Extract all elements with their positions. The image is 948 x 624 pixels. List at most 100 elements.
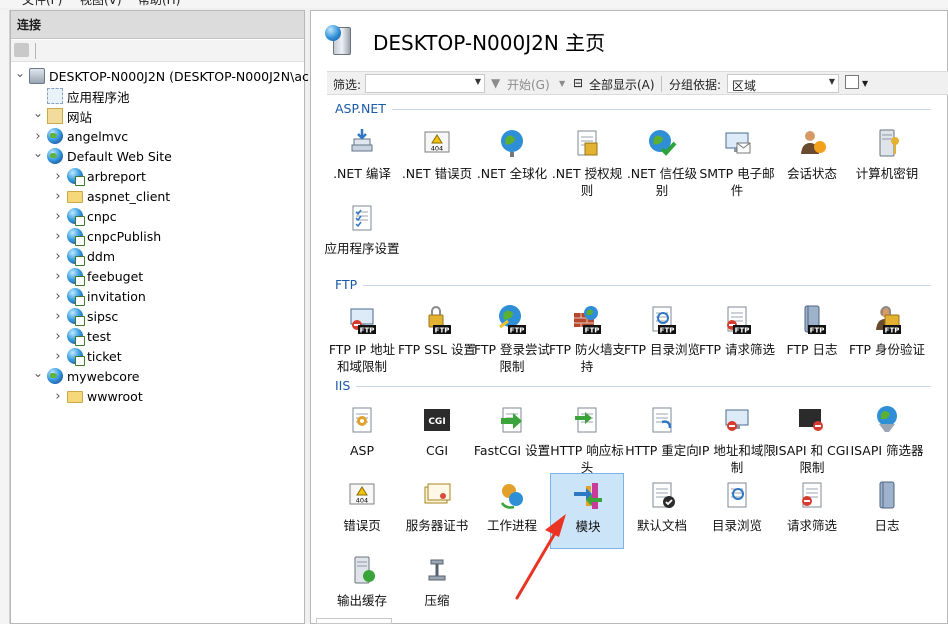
- tree-node[interactable]: › angelmvc: [31, 126, 128, 146]
- feature-modules[interactable]: 模块: [550, 473, 624, 549]
- feature-ftp-ip-restrictions[interactable]: FTP FTP IP 地址和域限制: [325, 297, 399, 374]
- feature-ftp-logging[interactable]: FTP FTP 日志: [775, 297, 849, 373]
- tree-node[interactable]: › invitation: [51, 286, 146, 306]
- feature-net-authorization-rules[interactable]: .NET 授权规则: [550, 121, 624, 198]
- web-application-icon: [67, 328, 85, 346]
- feature-label: FTP SSL 设置: [398, 342, 476, 357]
- collapse-arrow-icon[interactable]: ⌄: [31, 366, 45, 380]
- feature-cgi[interactable]: CGI CGI: [400, 398, 474, 474]
- feature-logging[interactable]: 日志: [850, 473, 924, 549]
- http-response-headers-icon: [571, 404, 603, 436]
- collapse-arrow-icon[interactable]: ⌄: [31, 106, 45, 120]
- expand-arrow-icon[interactable]: ›: [51, 309, 65, 324]
- feature-application-settings[interactable]: 应用程序设置: [324, 196, 400, 272]
- go-button[interactable]: 开始(G): [507, 76, 550, 93]
- tree-node[interactable]: ⌄ 网站: [31, 106, 92, 126]
- feature-asp[interactable]: ASP: [325, 398, 399, 474]
- view-mode-dropdown-icon[interactable]: ▼: [862, 79, 868, 88]
- feature-error-pages[interactable]: 404 错误页: [325, 473, 399, 549]
- tree-node[interactable]: › arbreport: [51, 166, 146, 186]
- feature-net-error-pages[interactable]: 404 .NET 错误页: [400, 121, 474, 197]
- show-all-button[interactable]: 全部显示(A): [589, 76, 655, 93]
- tree-node[interactable]: ⌄ DESKTOP-N000J2N (DESKTOP-N000J2N\ac: [13, 66, 309, 86]
- tree-node-label: DESKTOP-N000J2N (DESKTOP-N000J2N\ac: [49, 68, 309, 84]
- expand-arrow-icon[interactable]: ›: [51, 249, 65, 264]
- feature-net-trust-levels[interactable]: .NET 信任级别: [625, 121, 699, 198]
- feature-ip-domain-restrictions[interactable]: IP 地址和域限制: [698, 398, 776, 475]
- menu-file[interactable]: 文件(F): [22, 0, 62, 8]
- feature-authentication[interactable]: 身: [925, 473, 948, 549]
- expand-arrow-icon[interactable]: ›: [51, 289, 65, 304]
- view-mode-icon[interactable]: [845, 75, 859, 89]
- expand-arrow-icon[interactable]: ›: [51, 229, 65, 244]
- collapse-arrow-icon[interactable]: ⌄: [13, 66, 27, 80]
- expand-arrow-icon[interactable]: ›: [51, 269, 65, 284]
- feature-mime-types[interactable]: MI: [925, 398, 948, 474]
- request-filtering-icon: [796, 479, 828, 511]
- feature-fastcgi-settings[interactable]: FastCGI 设置: [474, 398, 550, 474]
- group-by-select[interactable]: 区域 ▼: [727, 74, 839, 93]
- group-header[interactable]: FTP: [335, 277, 357, 292]
- feature-net-globalization[interactable]: .NET 全球化: [475, 121, 549, 197]
- expand-arrow-icon[interactable]: ›: [51, 389, 65, 404]
- tree-node[interactable]: › wwwroot: [51, 386, 142, 406]
- feature-ftp-ssl-settings[interactable]: FTP FTP SSL 设置: [398, 297, 476, 373]
- tree-node[interactable]: › ddm: [51, 246, 115, 266]
- feature-machine-key[interactable]: 计算机密钥: [850, 121, 924, 197]
- tree-node[interactable]: › cnpc: [51, 206, 117, 226]
- feature-session-state[interactable]: 会话状态: [775, 121, 849, 197]
- feature-net-compilation[interactable]: .NET 编译: [325, 121, 399, 197]
- feature-connection-strings[interactable]: 连接: [925, 121, 948, 197]
- feature-label: 压缩: [424, 593, 450, 608]
- feature-ftp-authentication[interactable]: FTP FTP 身份验证: [848, 297, 926, 373]
- tree-node[interactable]: › ticket: [51, 346, 122, 366]
- tree-node[interactable]: 应用程序池: [31, 86, 130, 106]
- feature-ftp-firewall[interactable]: FTP FTP 防火墙支持: [549, 297, 625, 374]
- tree-node[interactable]: › sipsc: [51, 306, 118, 326]
- web-application-icon: [67, 248, 85, 266]
- group-header[interactable]: ASP.NET: [335, 101, 386, 116]
- feature-server-certificates[interactable]: 服务器证书: [400, 473, 474, 549]
- expand-arrow-icon[interactable]: ›: [51, 349, 65, 364]
- expand-arrow-icon[interactable]: ›: [51, 209, 65, 224]
- feature-label: IP 地址和域限制: [698, 443, 776, 475]
- feature-http-response-headers[interactable]: HTTP 响应标头: [550, 398, 624, 475]
- tree-node[interactable]: ⌄ mywebcore: [31, 366, 140, 386]
- ftp-logon-attempt-icon: FTP: [496, 303, 528, 335]
- feature-default-document[interactable]: 默认文档: [625, 473, 699, 549]
- feature-output-caching[interactable]: 输出缓存: [325, 548, 399, 624]
- menu-view[interactable]: 视图(V): [80, 0, 122, 8]
- tree-node[interactable]: › aspnet_client: [51, 186, 170, 206]
- feature-smtp-email[interactable]: SMTP 电子邮件: [699, 121, 775, 198]
- cgi-icon: CGI: [421, 404, 453, 436]
- expand-arrow-icon[interactable]: ›: [51, 169, 65, 184]
- expand-arrow-icon[interactable]: ›: [31, 129, 45, 144]
- collapse-arrow-icon[interactable]: ⌄: [31, 146, 45, 160]
- features-view-tab[interactable]: [316, 618, 392, 624]
- feature-directory-browsing[interactable]: 目录浏览: [700, 473, 774, 549]
- feature-compression[interactable]: 压缩: [400, 548, 474, 624]
- tree-node[interactable]: › feebuget: [51, 266, 143, 286]
- expand-arrow-icon[interactable]: ›: [51, 189, 65, 204]
- feature-ftp-more[interactable]: FTPFTP: [925, 297, 948, 373]
- feature-isapi-cgi-restrictions[interactable]: ISAPI 和 CGI 限制: [775, 398, 849, 475]
- feature-isapi-filters[interactable]: ISAPI 筛选器: [850, 398, 924, 474]
- feature-request-filtering[interactable]: 请求筛选: [775, 473, 849, 549]
- menu-help[interactable]: 帮助(H): [138, 0, 180, 8]
- tree-node[interactable]: › cnpcPublish: [51, 226, 161, 246]
- server-certificates-icon: [421, 479, 453, 511]
- tree-node[interactable]: ⌄ Default Web Site: [31, 146, 172, 166]
- feature-worker-processes[interactable]: 工作进程: [475, 473, 549, 549]
- filter-input[interactable]: ▼: [365, 74, 485, 93]
- feature-label: 目录浏览: [711, 518, 762, 533]
- feature-ftp-logon-attempt[interactable]: FTP FTP 登录尝试限制: [474, 297, 550, 374]
- connect-icon[interactable]: [14, 43, 29, 57]
- feature-ftp-directory-browsing[interactable]: FTP FTP 目录浏览: [624, 297, 700, 373]
- feature-ftp-request-filtering[interactable]: FTP FTP 请求筛选: [699, 297, 775, 373]
- tree-node[interactable]: › test: [51, 326, 111, 346]
- go-dropdown-icon[interactable]: ▼: [559, 79, 565, 88]
- expand-arrow-icon[interactable]: ›: [51, 329, 65, 344]
- feature-http-redirect[interactable]: HTTP 重定向: [625, 398, 699, 474]
- group-header[interactable]: IIS: [335, 378, 350, 393]
- feature-label: FTP 身份验证: [848, 342, 926, 357]
